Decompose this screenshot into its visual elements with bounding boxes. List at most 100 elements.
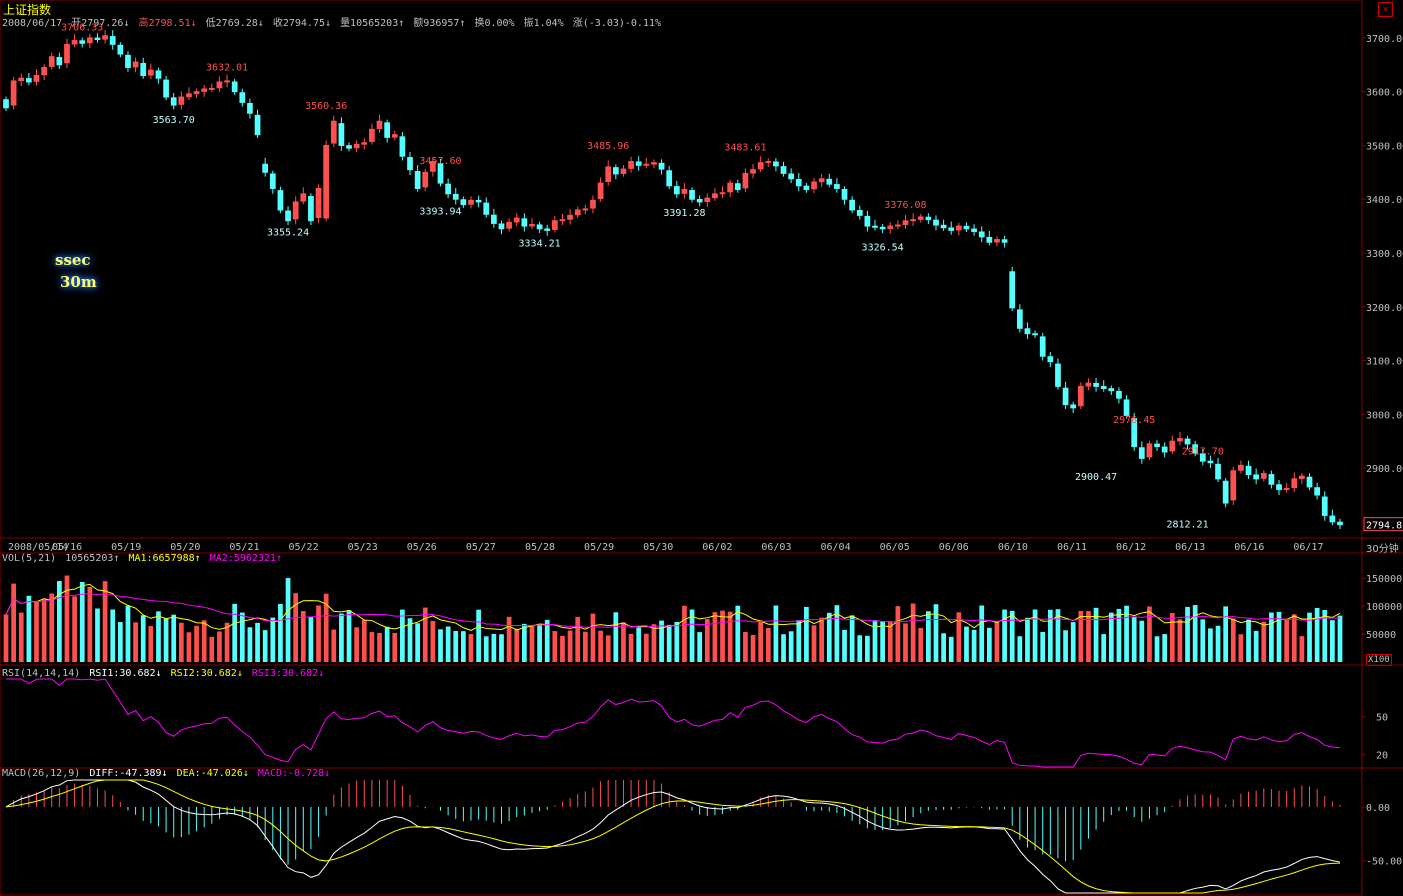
- date-label: 05/16: [52, 542, 82, 553]
- candle: [94, 37, 101, 41]
- candle: [1062, 387, 1069, 406]
- volume-bar: [727, 611, 733, 662]
- candle: [308, 196, 314, 222]
- candle: [346, 145, 352, 149]
- macd-tick-label: 0.00: [1366, 803, 1390, 814]
- candle: [292, 201, 299, 220]
- date-label: 06/17: [1293, 542, 1323, 553]
- volume-bar: [765, 627, 771, 662]
- rsi-tick-label: 20: [1376, 750, 1388, 761]
- price-annotation: 3376.08: [884, 200, 926, 211]
- candle: [1123, 399, 1130, 416]
- volume-bar: [979, 605, 985, 662]
- candle: [490, 214, 497, 224]
- volume-bar: [1009, 610, 1015, 662]
- candle: [26, 78, 32, 83]
- candle: [963, 225, 970, 230]
- candle: [582, 208, 589, 211]
- volume-bar: [400, 609, 405, 662]
- candle: [1108, 388, 1115, 392]
- candle: [780, 166, 787, 174]
- candle: [71, 40, 78, 45]
- price-annotation: 3326.54: [862, 243, 904, 254]
- vol-tick-label: 100000: [1366, 602, 1402, 613]
- candle: [841, 189, 848, 200]
- volume-bar: [1230, 618, 1236, 662]
- volume-bar: [171, 614, 177, 662]
- candle: [399, 136, 406, 157]
- rsi-line: [6, 678, 1341, 768]
- volume-bar: [651, 624, 657, 662]
- price-annotation: 3457.60: [419, 156, 461, 167]
- date-label: 05/21: [229, 542, 259, 553]
- volume-bar: [1154, 636, 1160, 662]
- volume-bar: [445, 626, 451, 662]
- price-tick-label: 3400.00: [1366, 195, 1403, 206]
- volume-bar: [232, 603, 238, 662]
- candle: [1085, 382, 1092, 387]
- candle: [247, 102, 253, 114]
- date-label: 06/06: [939, 542, 969, 553]
- candle: [864, 215, 871, 227]
- volume-bar: [971, 629, 977, 662]
- candle: [1001, 239, 1008, 243]
- candle: [559, 219, 566, 222]
- candle: [147, 69, 154, 76]
- volume-bar: [582, 631, 588, 662]
- price-annotation: 3563.70: [153, 115, 195, 126]
- candle: [1314, 487, 1320, 496]
- candle: [742, 172, 749, 189]
- candle: [955, 225, 962, 231]
- volume-bar: [666, 624, 672, 662]
- candle: [933, 219, 939, 226]
- volume-bar: [918, 627, 924, 662]
- date-label: 05/29: [584, 542, 614, 553]
- candle: [407, 157, 413, 171]
- candle: [1154, 443, 1160, 448]
- volume-bar: [1330, 620, 1335, 662]
- volume-bar: [1185, 606, 1190, 662]
- volume-bar: [544, 619, 550, 662]
- candle: [1032, 333, 1038, 336]
- volume-bar: [41, 599, 47, 662]
- candle: [1215, 463, 1221, 480]
- volume-bar: [1108, 612, 1114, 662]
- frame: [0, 0, 1363, 896]
- candle: [994, 239, 1000, 243]
- candle: [536, 224, 543, 230]
- candle: [917, 216, 924, 220]
- candle: [567, 214, 573, 220]
- volume-bar: [1147, 606, 1152, 662]
- candle: [1245, 465, 1252, 476]
- volume-bar: [682, 605, 687, 662]
- candle: [765, 161, 772, 164]
- volume-bar: [64, 575, 70, 662]
- volume-bar: [49, 593, 55, 662]
- candle: [1070, 404, 1077, 409]
- candle: [315, 187, 322, 218]
- candle: [1260, 472, 1267, 479]
- candle: [48, 56, 55, 67]
- volume-bar: [95, 608, 100, 662]
- candle: [605, 166, 612, 182]
- volume-bar: [842, 629, 847, 662]
- current-price-label: 2794.8: [1366, 521, 1402, 532]
- candle: [10, 80, 17, 106]
- candle: [170, 97, 177, 106]
- candle: [18, 77, 25, 82]
- candle: [1146, 443, 1153, 458]
- candle: [811, 181, 817, 190]
- macd-tick-label: -50.00: [1366, 857, 1402, 868]
- volume-bar: [994, 622, 1000, 662]
- candle: [102, 35, 108, 40]
- volume-bar: [491, 633, 497, 662]
- candle: [361, 142, 368, 145]
- volume-bar: [674, 621, 680, 662]
- volume-bar: [354, 627, 360, 662]
- volume-bar: [903, 623, 908, 662]
- volume-bar: [384, 626, 390, 662]
- candle: [506, 221, 512, 229]
- candle: [1138, 447, 1145, 459]
- candle: [125, 54, 131, 68]
- volume-bar: [926, 611, 931, 662]
